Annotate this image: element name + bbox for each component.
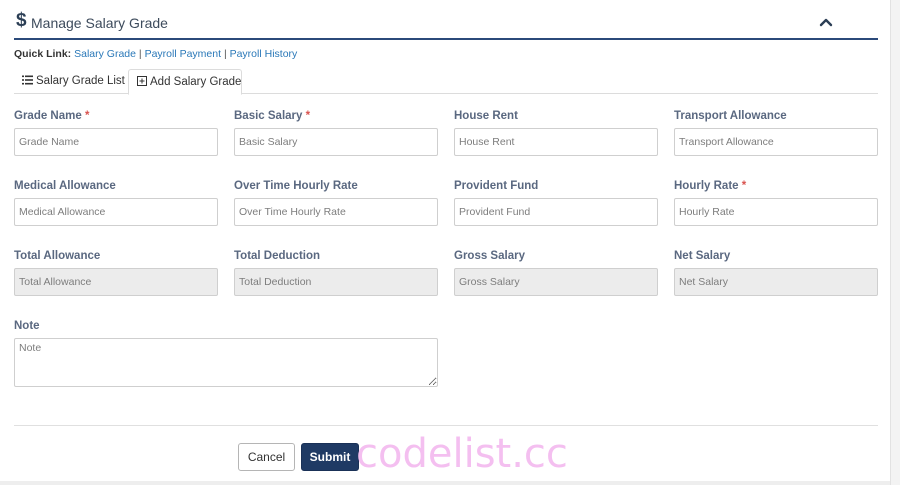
transport-allowance-label: Transport Allowance	[674, 110, 787, 122]
house-rent-label: House Rent	[454, 110, 518, 122]
net-salary-label: Net Salary	[674, 250, 731, 262]
transport-allowance-input[interactable]	[674, 128, 878, 156]
provident-fund-input[interactable]	[454, 198, 658, 226]
net-salary-input	[674, 268, 878, 296]
quick-links-bar: Quick Link: Salary Grade | Payroll Payme…	[14, 48, 297, 60]
tab-label: Salary Grade List	[36, 75, 125, 87]
hourly-rate-label: Hourly Rate *	[674, 180, 747, 192]
page-bottom-edge	[0, 481, 890, 485]
tab-salary-grade-list[interactable]: Salary Grade List	[14, 69, 127, 94]
quick-link-payroll-payment[interactable]: Payroll Payment	[145, 48, 221, 60]
panel-header: $ Manage Salary Grade	[14, 10, 878, 40]
required-mark: *	[84, 110, 90, 122]
submit-button[interactable]: Submit	[301, 443, 359, 471]
page-title: Manage Salary Grade	[31, 15, 168, 31]
over-time-hourly-rate-input[interactable]	[234, 198, 438, 226]
gross-salary-input	[454, 268, 658, 296]
grade-name-input[interactable]	[14, 128, 218, 156]
note-label: Note	[14, 320, 40, 332]
form-divider	[14, 425, 878, 426]
cancel-button[interactable]: Cancel	[238, 443, 295, 471]
page-scroll-edge	[890, 0, 900, 485]
house-rent-input[interactable]	[454, 128, 658, 156]
basic-salary-input[interactable]	[234, 128, 438, 156]
quick-link-separator: |	[138, 48, 142, 60]
gross-salary-label: Gross Salary	[454, 250, 525, 262]
tab-add-salary-grade[interactable]: Add Salary Grade	[128, 69, 242, 95]
quick-link-payroll-history[interactable]: Payroll History	[230, 48, 298, 60]
total-deduction-label: Total Deduction	[234, 250, 321, 262]
medical-allowance-label: Medical Allowance	[14, 180, 116, 192]
basic-salary-label: Basic Salary *	[234, 110, 311, 122]
quick-link-salary-grade[interactable]: Salary Grade	[74, 48, 136, 60]
watermark: codelist.cc	[356, 431, 568, 477]
provident-fund-label: Provident Fund	[454, 180, 539, 192]
required-mark: *	[741, 180, 747, 192]
plus-square-icon	[137, 76, 147, 86]
note-textarea[interactable]	[14, 338, 438, 387]
hourly-rate-input[interactable]	[674, 198, 878, 226]
tab-bar: Salary Grade List Add Salary Grade	[14, 69, 878, 95]
quick-link-label: Quick Link:	[14, 48, 72, 60]
medical-allowance-input[interactable]	[14, 198, 218, 226]
list-icon	[22, 75, 33, 85]
grade-name-label: Grade Name *	[14, 110, 90, 122]
total-allowance-label: Total Allowance	[14, 250, 101, 262]
total-allowance-input	[14, 268, 218, 296]
tab-label: Add Salary Grade	[150, 76, 242, 88]
over-time-hourly-rate-label: Over Time Hourly Rate	[234, 180, 358, 192]
dollar-icon: $	[16, 10, 27, 31]
required-mark: *	[305, 110, 311, 122]
quick-link-separator: |	[223, 48, 227, 60]
chevron-up-icon[interactable]	[817, 14, 835, 32]
total-deduction-input	[234, 268, 438, 296]
